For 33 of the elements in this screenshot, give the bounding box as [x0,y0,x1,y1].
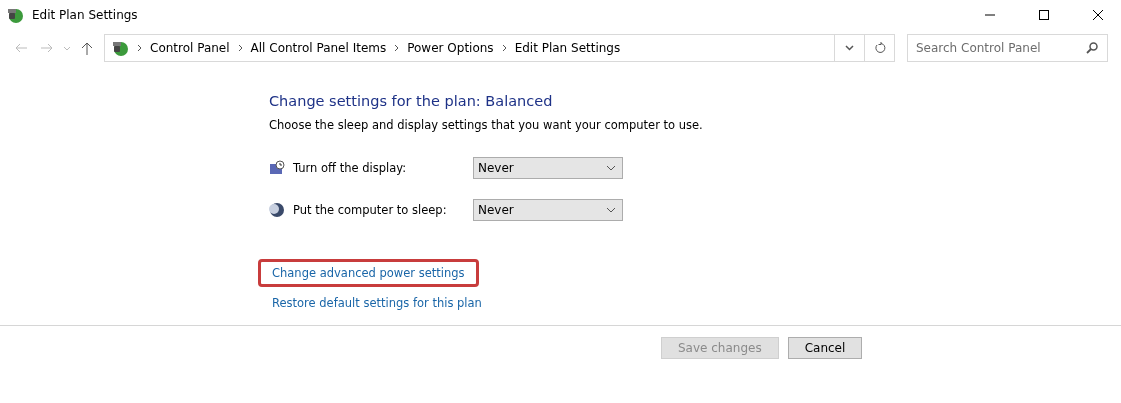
breadcrumb-item[interactable]: Edit Plan Settings [514,41,621,55]
chevron-down-icon [63,45,71,51]
chevron-right-icon [394,44,400,52]
chevron-right-icon [501,44,507,52]
left-arrow-icon [15,43,27,53]
monitor-clock-icon [269,160,285,176]
maximize-icon [1039,10,1049,20]
breadcrumb-item[interactable]: All Control Panel Items [250,41,387,55]
description-text: Choose the sleep and display settings that you want your computer to use. [269,118,704,132]
timeout-dropdown[interactable]: Never [473,157,623,179]
link[interactable]: Restore default settings for this plan [258,289,496,317]
right-arrow-icon [41,43,53,53]
chevron-right-icon [237,44,243,52]
breadcrumb-item[interactable]: Control Panel [150,41,230,55]
setting-label: Put the computer to sleep: [293,203,448,217]
moon-icon [269,202,285,218]
refresh-icon [873,42,886,54]
address-bar[interactable]: Control Panel All Control Panel Items Power Options Edit Plan Settings [104,34,895,62]
chevron-down-icon [845,45,854,51]
search-field[interactable]: Search Control Panel [907,34,1108,62]
chevron-right-icon [137,44,142,52]
close-icon [1093,10,1103,20]
page-heading: Change settings for the plan: Balanced [269,93,554,109]
chevron-down-icon [606,165,616,171]
chevron-down-icon [606,207,616,213]
search-icon [1086,42,1098,54]
highlighted-link[interactable]: Change advanced power settings [258,259,479,287]
dialog-button[interactable]: Cancel [787,337,863,359]
up-arrow-icon [81,41,93,55]
timeout-dropdown[interactable]: Never [473,199,623,221]
breadcrumb-item[interactable]: Power Options [407,41,494,55]
window-title: Edit Plan Settings [32,8,139,22]
setting-label: Turn off the display: [293,161,408,175]
